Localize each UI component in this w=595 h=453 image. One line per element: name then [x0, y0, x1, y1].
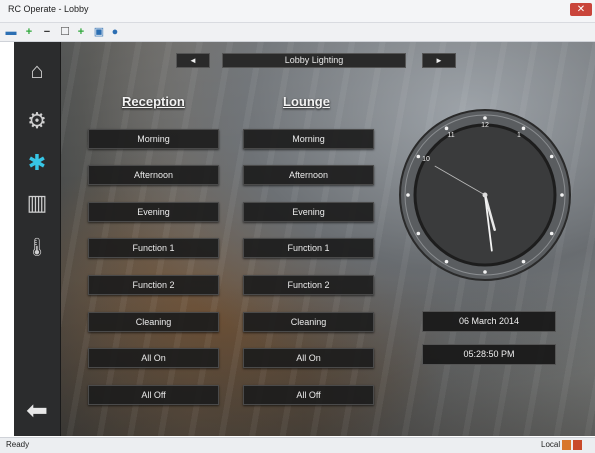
clock-hour-marker [483, 270, 487, 274]
next-page-button[interactable]: ► [422, 53, 456, 68]
reception-function-1-button[interactable]: Function 1 [88, 238, 219, 258]
lounge-function-2-button[interactable]: Function 2 [243, 275, 374, 295]
clock-hour-marker [549, 154, 554, 159]
lounge-evening-button[interactable]: Evening [243, 202, 374, 222]
clock-hour-marker [416, 231, 421, 236]
clock-numeral-11: 11 [447, 132, 454, 139]
lounge-all-on-button[interactable]: All On [243, 348, 374, 368]
status-bar: Ready Local [0, 437, 595, 453]
reception-morning-button[interactable]: Morning [88, 129, 219, 149]
lighting-icon[interactable]: ✱ [14, 144, 60, 182]
reception-evening-button[interactable]: Evening [88, 202, 219, 222]
reception-cleaning-button[interactable]: Cleaning [88, 312, 219, 332]
remove-icon[interactable]: − [40, 25, 54, 39]
monitor-icon[interactable]: ▣ [92, 25, 106, 39]
lounge-all-off-button[interactable]: All Off [243, 385, 374, 405]
clock-hour-marker [416, 154, 421, 159]
back-arrow-icon[interactable]: ⬅ [20, 397, 54, 423]
window-title: RC Operate - Lobby [8, 4, 89, 14]
lounge-cleaning-button[interactable]: Cleaning [243, 312, 374, 332]
reception-afternoon-button[interactable]: Afternoon [88, 165, 219, 185]
door-icon[interactable]: ▥ [14, 184, 60, 222]
lounge-function-1-button[interactable]: Function 1 [243, 238, 374, 258]
window-icon[interactable]: ☐ [58, 25, 72, 39]
clock-hour-marker [549, 231, 554, 236]
lounge-heading: Lounge [283, 94, 330, 109]
help-icon[interactable]: ● [108, 25, 122, 39]
clock-numeral-12: 12 [481, 122, 489, 129]
status-text: Ready [6, 440, 30, 449]
temperature-icon[interactable]: 🌡 [14, 228, 60, 266]
toolbar: ▬ + − ☐ + ▣ ● [0, 23, 595, 42]
clock-hour-marker [483, 116, 487, 120]
save-icon[interactable]: ▬ [4, 25, 18, 39]
sidebar: ⌂ ⚙ ✱ ▥ 🌡 ⬅ [14, 42, 61, 436]
clock-center-cap [482, 192, 488, 198]
reception-heading: Reception [122, 94, 185, 109]
time-display: 05:28:50 PM [422, 344, 556, 365]
alert-icon [573, 440, 582, 450]
window-close-button[interactable]: ✕ [570, 3, 592, 16]
window-title-bar: RC Operate - Lobby ✕ [0, 0, 595, 23]
reception-all-on-button[interactable]: All On [88, 348, 219, 368]
page-title: Lobby Lighting [222, 53, 406, 68]
date-display: 06 March 2014 [422, 311, 556, 332]
lounge-morning-button[interactable]: Morning [243, 129, 374, 149]
clock-hour-marker [406, 193, 410, 197]
add-icon[interactable]: + [74, 25, 88, 39]
clock-hour-marker [444, 259, 449, 264]
connection-mode: Local [541, 440, 561, 449]
analog-clock: 12 1 11 10 [399, 109, 571, 281]
add-icon[interactable]: + [22, 25, 36, 39]
clock-hour-marker [521, 126, 526, 131]
settings-icon[interactable]: ⚙ [14, 102, 60, 140]
home-icon[interactable]: ⌂ [14, 52, 60, 90]
previous-page-button[interactable]: ◄ [176, 53, 210, 68]
reception-all-off-button[interactable]: All Off [88, 385, 219, 405]
network-icon [562, 440, 571, 450]
clock-hour-marker [444, 126, 449, 131]
clock-hour-marker [521, 259, 526, 264]
clock-numeral-10: 10 [422, 156, 430, 163]
clock-numeral-1: 1 [517, 132, 521, 139]
clock-hour-marker [560, 193, 564, 197]
reception-function-2-button[interactable]: Function 2 [88, 275, 219, 295]
lounge-afternoon-button[interactable]: Afternoon [243, 165, 374, 185]
